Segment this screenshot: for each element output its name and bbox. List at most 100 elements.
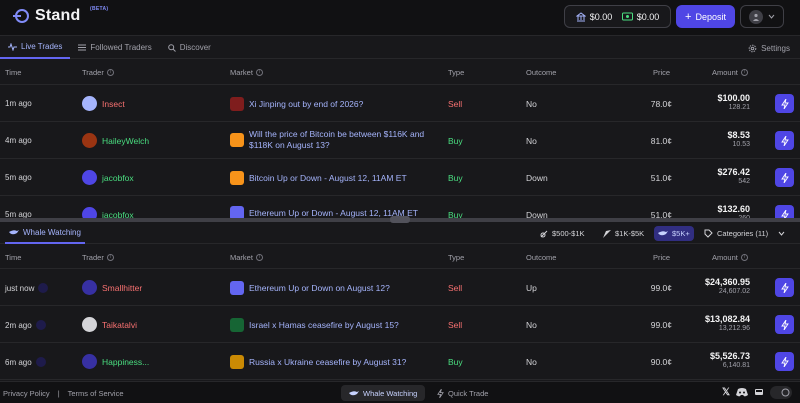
filter-1k-5k[interactable]: $1K-$5K <box>599 226 648 241</box>
avatar <box>82 280 97 295</box>
table-row[interactable]: 6m ago Happiness... Russia x Ukraine cea… <box>0 343 800 380</box>
filter-label: $500-$1K <box>552 229 585 238</box>
balance-display[interactable]: $0.00 $0.00 <box>564 5 671 28</box>
x-twitter-icon[interactable]: 𝕏 <box>722 387 730 398</box>
table-row[interactable]: just now Smallhitter Ethereum Up or Down… <box>0 269 800 306</box>
table-row[interactable]: 1m ago Insect Xi Jinping out by end of 2… <box>0 85 800 122</box>
market-image-icon <box>230 318 244 332</box>
terms-link[interactable]: Terms of Service <box>68 389 124 398</box>
table-row[interactable]: 5m ago jacobfox Ethereum Up or Down - Au… <box>0 196 800 218</box>
market-link[interactable]: Israel x Hamas ceasefire by August 15? <box>230 318 399 332</box>
info-icon: i <box>255 254 263 261</box>
quick-trade-button[interactable] <box>775 131 794 150</box>
col-trader: Trader i <box>82 68 114 77</box>
amount-shares: 10.53 <box>732 141 750 148</box>
whale-icon <box>349 390 359 395</box>
market-link[interactable]: Russia x Ukraine ceasefire by August 31? <box>230 355 406 369</box>
market-title: Bitcoin Up or Down - August 12, 11AM ET <box>249 172 407 183</box>
logo[interactable]: Stand (BETA) <box>12 6 108 25</box>
trade-amount: $100.00 128.21 <box>690 93 750 111</box>
bus-icon[interactable] <box>754 388 764 397</box>
theme-toggle[interactable] <box>770 386 792 399</box>
bitcoin-icon <box>230 133 244 147</box>
search-icon <box>167 43 176 52</box>
tab-discover[interactable]: Discover <box>160 37 219 59</box>
trader-name: Smallhitter <box>102 282 143 293</box>
market-link[interactable]: Bitcoin Up or Down - August 12, 11AM ET <box>230 171 407 185</box>
trade-price: 90.0¢ <box>650 357 672 367</box>
whale-table-header: Time Trader i Market i Type Outcome Price … <box>0 245 800 269</box>
categories-dropdown[interactable]: Categories (11) <box>700 226 789 241</box>
trade-outcome: No <box>526 136 537 146</box>
privacy-link[interactable]: Privacy Policy <box>3 389 50 398</box>
amount-shares: 6,140.81 <box>722 362 750 369</box>
lightning-icon <box>780 356 789 367</box>
whale-watching-button[interactable]: Whale Watching <box>341 385 426 401</box>
trader[interactable]: jacobfox <box>82 207 134 218</box>
discord-icon[interactable] <box>736 388 748 397</box>
trade-type: Sell <box>448 320 463 330</box>
button-label: Whale Watching <box>363 388 418 398</box>
trader[interactable]: HaileyWelch <box>82 133 149 148</box>
user-avatar-icon <box>748 9 763 24</box>
amount-shares: 542 <box>738 178 750 185</box>
trade-type: Buy <box>448 357 463 367</box>
table-row[interactable]: 2m ago Taikatalvi Israel x Hamas ceasefi… <box>0 306 800 343</box>
trader[interactable]: jacobfox <box>82 170 134 185</box>
market-link[interactable]: Ethereum Up or Down on August 12? <box>230 281 390 295</box>
quick-trade-button[interactable] <box>775 278 794 297</box>
quick-trade-button[interactable] <box>775 352 794 371</box>
account-menu-button[interactable] <box>740 5 784 28</box>
table-row[interactable]: 5m ago jacobfox Bitcoin Up or Down - Aug… <box>0 159 800 196</box>
top-bar: Stand (BETA) $0.00 $0.00 + Deposit <box>0 0 800 36</box>
trade-time: 5m ago <box>5 210 32 218</box>
amount-usd: $13,082.84 <box>704 314 750 324</box>
stand-logo-icon <box>13 9 29 23</box>
market-link[interactable]: Will the price of Bitcoin be between $11… <box>230 129 445 151</box>
lightning-icon <box>437 388 444 398</box>
deposit-button[interactable]: + Deposit <box>676 5 735 28</box>
col-price: Price <box>653 253 671 262</box>
chevron-down-icon <box>768 14 775 19</box>
tab-followed-traders[interactable]: Followed Traders <box>70 37 159 59</box>
filter-500-1k[interactable]: $500-$1K <box>536 226 589 241</box>
table-row[interactable]: 4m ago HaileyWelch Will the price of Bit… <box>0 122 800 159</box>
amount-usd: $5,526.73 <box>709 351 750 361</box>
trader[interactable]: Happiness... <box>82 354 149 369</box>
settings-label: Settings <box>761 43 790 53</box>
trade-type: Sell <box>448 283 463 293</box>
tab-live-trades[interactable]: Live Trades <box>0 37 71 59</box>
trader[interactable]: Smallhitter <box>82 280 142 295</box>
amount-usd: $24,360.95 <box>704 277 750 287</box>
info-icon: i <box>740 69 748 76</box>
quick-trade-button[interactable] <box>775 94 794 113</box>
avatar <box>82 207 97 218</box>
trade-amount: $276.42 542 <box>690 167 750 185</box>
avatar <box>82 317 97 332</box>
avatar <box>82 170 97 185</box>
trader[interactable]: Insect <box>82 96 125 111</box>
bitcoin-icon <box>230 171 244 185</box>
quick-trade-footer-button[interactable]: Quick Trade <box>437 385 488 401</box>
trade-time: 5m ago <box>5 173 32 182</box>
col-outcome: Outcome <box>526 68 557 77</box>
trader-name: Happiness... <box>102 356 150 367</box>
trader[interactable]: Taikatalvi <box>82 317 137 332</box>
filter-5k-plus[interactable]: $5K+ <box>654 226 694 241</box>
avatar <box>82 133 97 148</box>
quick-trade-button[interactable] <box>775 315 794 334</box>
tag-icon <box>704 229 713 238</box>
settings-button[interactable]: Settings <box>748 37 790 59</box>
lightning-icon <box>780 209 789 218</box>
market-link[interactable]: Xi Jinping out by end of 2026? <box>230 97 363 111</box>
quick-trade-button[interactable] <box>775 168 794 187</box>
quick-trade-button[interactable] <box>775 205 794 218</box>
tab-whale-watching[interactable]: Whale Watching <box>5 222 85 244</box>
money-icon <box>540 230 548 237</box>
trader-name: Taikatalvi <box>102 319 137 330</box>
col-time: Time <box>5 253 22 262</box>
fin-icon <box>603 229 611 238</box>
activity-icon <box>8 42 17 51</box>
amount-usd: $132.60 <box>717 204 750 214</box>
amount-usd: $8.53 <box>727 130 750 140</box>
